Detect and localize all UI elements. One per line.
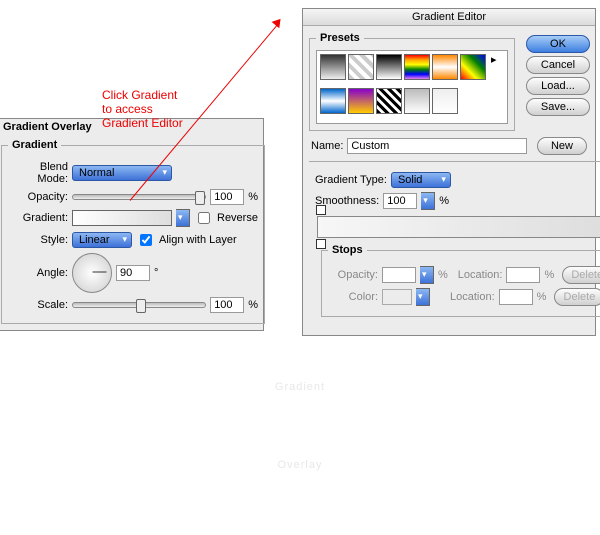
angle-degree: ° bbox=[154, 267, 158, 279]
annotation-text: Click Gradient to access Gradient Editor bbox=[102, 88, 183, 130]
stop-color-location-input bbox=[499, 289, 533, 305]
opacity-input[interactable] bbox=[210, 189, 244, 205]
gradient-group-legend: Gradient bbox=[8, 139, 61, 151]
color-location-percent: % bbox=[537, 291, 547, 303]
preset-swatch[interactable] bbox=[348, 88, 374, 114]
opacity-slider[interactable] bbox=[72, 194, 206, 200]
preset-swatch[interactable] bbox=[376, 54, 402, 80]
scale-percent: % bbox=[248, 299, 258, 311]
gradient-overlay-panel: Gradient Overlay Gradient Blend Mode: No… bbox=[0, 118, 264, 331]
save-button[interactable]: Save... bbox=[526, 98, 590, 116]
scale-slider[interactable] bbox=[72, 302, 206, 308]
watermark: Gradient Overlay bbox=[0, 348, 600, 504]
reverse-label: Reverse bbox=[217, 212, 258, 224]
stop-opacity-drop-icon bbox=[420, 266, 434, 284]
smoothness-dropdown-icon[interactable] bbox=[421, 192, 435, 210]
preset-swatch[interactable] bbox=[320, 54, 346, 80]
gradient-editor-panel: Gradient Editor Presets ▸ bbox=[302, 8, 596, 336]
preset-swatch[interactable] bbox=[432, 88, 458, 114]
stops-legend: Stops bbox=[328, 244, 367, 256]
blend-mode-label: Blend Mode: bbox=[8, 161, 68, 185]
gradient-dropdown-icon[interactable] bbox=[176, 209, 190, 227]
name-label: Name: bbox=[311, 140, 343, 152]
stop-color-drop-icon bbox=[416, 288, 430, 306]
stop-opacity-input bbox=[382, 267, 416, 283]
stops-group: Stops Opacity: % Location: % Delete Colo… bbox=[321, 244, 600, 317]
color-stop[interactable] bbox=[316, 239, 326, 249]
opacity-label: Opacity: bbox=[8, 191, 68, 203]
cancel-button[interactable]: Cancel bbox=[526, 56, 590, 74]
style-select[interactable]: Linear bbox=[72, 232, 132, 248]
location-percent: % bbox=[544, 269, 554, 281]
annotation-arrowhead-icon bbox=[272, 16, 285, 29]
gradient-label: Gradient: bbox=[8, 212, 68, 224]
smoothness-input[interactable] bbox=[383, 193, 417, 209]
opacity-stop[interactable] bbox=[316, 205, 326, 215]
stop-opacity-location-input bbox=[506, 267, 540, 283]
editor-title: Gradient Editor bbox=[303, 9, 595, 26]
new-button[interactable]: New bbox=[537, 137, 587, 155]
align-label: Align with Layer bbox=[159, 234, 237, 246]
opacity-percent: % bbox=[248, 191, 258, 203]
watermark-line1: Gradient bbox=[0, 348, 600, 426]
scale-label: Scale: bbox=[8, 299, 68, 311]
ok-button[interactable]: OK bbox=[526, 35, 590, 53]
preset-swatch[interactable] bbox=[348, 54, 374, 80]
delete-color-stop-button: Delete bbox=[554, 288, 600, 306]
style-label: Style: bbox=[8, 234, 68, 246]
type-select[interactable]: Solid bbox=[391, 172, 451, 188]
presets-group: Presets ▸ bbox=[309, 32, 515, 131]
watermark-line2: Overlay bbox=[0, 426, 600, 504]
presets-menu-icon[interactable]: ▸ bbox=[491, 53, 503, 65]
preset-swatch[interactable] bbox=[460, 54, 486, 80]
scale-input[interactable] bbox=[210, 297, 244, 313]
align-checkbox[interactable] bbox=[140, 234, 152, 246]
gradient-group: Gradient Blend Mode: Normal Opacity: % G… bbox=[1, 139, 265, 324]
stop-color-swatch bbox=[382, 289, 412, 305]
reverse-checkbox[interactable] bbox=[198, 212, 210, 224]
presets-box[interactable]: ▸ bbox=[316, 50, 508, 124]
angle-dial[interactable] bbox=[72, 253, 112, 293]
type-label: Gradient Type: bbox=[315, 174, 387, 186]
delete-opacity-stop-button: Delete bbox=[562, 266, 600, 284]
gradient-type-group: Gradient Type: Solid Smoothness: % Stops… bbox=[309, 161, 600, 329]
location-label: Location: bbox=[458, 269, 503, 281]
preset-swatch[interactable] bbox=[320, 88, 346, 114]
load-button[interactable]: Load... bbox=[526, 77, 590, 95]
angle-label: Angle: bbox=[8, 267, 68, 279]
preset-swatch[interactable] bbox=[376, 88, 402, 114]
gradient-bar[interactable] bbox=[317, 216, 600, 238]
stop-opacity-label: Opacity: bbox=[328, 269, 378, 281]
name-input[interactable] bbox=[347, 138, 527, 154]
gradient-swatch[interactable] bbox=[72, 210, 172, 226]
stop-color-label: Color: bbox=[328, 291, 378, 303]
preset-swatch[interactable] bbox=[404, 54, 430, 80]
color-location-label: Location: bbox=[450, 291, 495, 303]
preset-swatch[interactable] bbox=[432, 54, 458, 80]
preset-swatch[interactable] bbox=[404, 88, 430, 114]
smoothness-percent: % bbox=[439, 195, 449, 207]
angle-input[interactable] bbox=[116, 265, 150, 281]
presets-legend: Presets bbox=[316, 32, 364, 44]
stop-opacity-percent: % bbox=[438, 269, 448, 281]
